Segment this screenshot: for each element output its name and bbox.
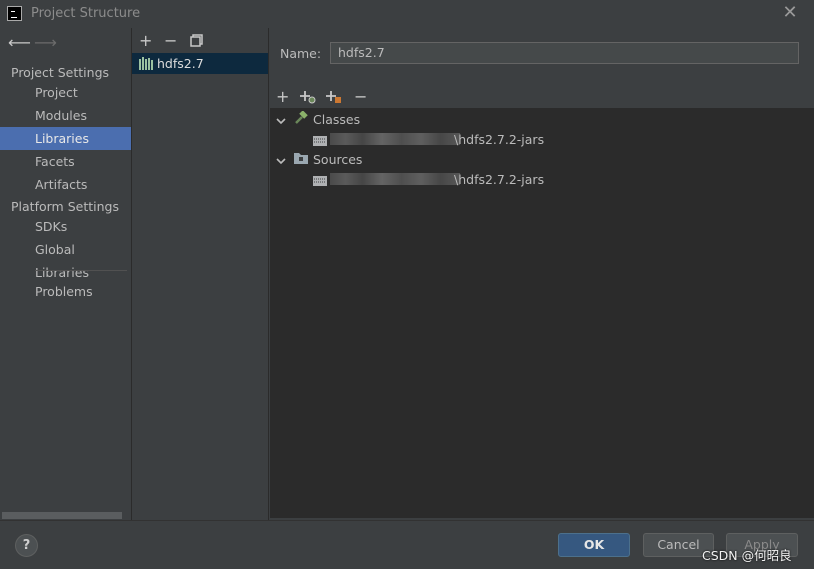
close-icon[interactable]: ✕ xyxy=(780,3,800,23)
jar-folder-icon xyxy=(313,174,327,189)
sidebar-item-project[interactable]: Project xyxy=(0,81,131,104)
classes-node-label[interactable]: Classes xyxy=(313,112,360,127)
sidebar-item-problems[interactable]: Problems xyxy=(0,280,131,303)
chevron-down-icon[interactable] xyxy=(276,114,286,129)
arrow-left-icon[interactable]: ⟵ xyxy=(8,33,31,52)
csdn-watermark: CSDN @何昭良 xyxy=(702,548,792,563)
ok-button[interactable]: OK xyxy=(558,533,630,557)
attach-classes-icon[interactable] xyxy=(300,90,316,104)
library-item-label: hdfs2.7 xyxy=(157,56,204,71)
sidebar-item-libraries[interactable]: Libraries xyxy=(0,127,131,150)
window-title: Project Structure xyxy=(31,6,141,21)
library-list-pane xyxy=(132,28,268,520)
project-settings-header: Project Settings xyxy=(11,65,110,80)
sidebar-item-facets[interactable]: Facets xyxy=(0,150,131,173)
library-icon xyxy=(139,57,153,70)
sidebar-item-artifacts[interactable]: Artifacts xyxy=(0,173,131,196)
remove-root-button[interactable]: − xyxy=(354,87,367,106)
blurred-path xyxy=(330,133,460,145)
sources-jar-path[interactable]: \hdfs2.7.2-jars xyxy=(454,172,544,187)
platform-settings-header: Platform Settings xyxy=(11,199,119,214)
blurred-path xyxy=(330,173,460,185)
jar-folder-icon xyxy=(313,134,327,149)
sidebar-divider xyxy=(35,270,127,271)
add-root-button[interactable]: + xyxy=(276,87,289,106)
classes-jar-path[interactable]: \hdfs2.7.2-jars xyxy=(454,132,544,147)
sources-node-label[interactable]: Sources xyxy=(313,152,362,167)
arrow-right-icon[interactable]: ⟶ xyxy=(34,33,57,52)
sidebar-item-global-libraries[interactable]: Global Libraries xyxy=(0,238,131,280)
library-name-input[interactable]: hdfs2.7 xyxy=(330,42,799,64)
name-label: Name: xyxy=(280,46,322,61)
chevron-down-icon[interactable] xyxy=(276,154,286,169)
remove-library-button[interactable]: − xyxy=(164,31,177,50)
sidebar-scrollbar[interactable] xyxy=(2,512,122,519)
hammer-icon xyxy=(294,110,308,128)
help-button[interactable]: ? xyxy=(15,534,38,557)
folder-icon xyxy=(294,152,308,167)
sidebar-item-modules[interactable]: Modules xyxy=(0,104,131,127)
sidebar-item-sdks[interactable]: SDKs xyxy=(0,215,131,238)
intellij-app-icon xyxy=(7,6,22,21)
add-library-button[interactable]: + xyxy=(139,31,152,50)
library-roots-tree[interactable] xyxy=(270,108,814,518)
copy-icon[interactable] xyxy=(190,34,203,47)
attach-jar-icon[interactable] xyxy=(326,90,342,104)
